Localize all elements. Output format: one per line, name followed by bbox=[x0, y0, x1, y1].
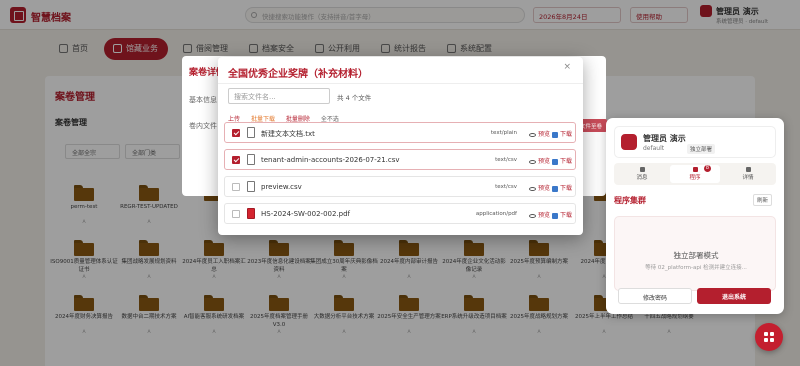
file-search-input[interactable]: 搜索文件名... bbox=[228, 88, 330, 104]
download-button[interactable]: 下载 bbox=[551, 129, 572, 138]
deploy-mode-status: 等待 02_platform-api 检测并建立连接... bbox=[645, 265, 747, 271]
file-mime-type: text/csv bbox=[495, 184, 517, 190]
grid-icon bbox=[692, 167, 698, 172]
download-icon bbox=[551, 131, 558, 138]
basic-info-label: 基本信息 bbox=[189, 96, 217, 104]
tab-label: 消息 bbox=[636, 175, 648, 181]
download-button[interactable]: 下载 bbox=[551, 210, 572, 219]
close-icon[interactable]: × bbox=[563, 62, 571, 72]
download-button[interactable]: 下载 bbox=[551, 156, 572, 165]
tab-badge: 8 bbox=[704, 165, 711, 172]
preview-button[interactable]: 预览 bbox=[528, 129, 550, 138]
grid-dot bbox=[764, 338, 768, 342]
download-icon bbox=[551, 212, 558, 219]
download-label: 下载 bbox=[559, 185, 572, 192]
file-name: tenant-admin-accounts-2026-07-21.csv bbox=[261, 156, 400, 164]
grid-dot bbox=[770, 332, 774, 336]
file-checkbox[interactable] bbox=[232, 156, 240, 164]
refresh-button[interactable]: 刷新 bbox=[753, 194, 773, 206]
preview-button[interactable]: 预览 bbox=[528, 183, 550, 192]
divider bbox=[218, 83, 583, 84]
file-row[interactable]: HS-2024-SW-002-002.pdf application/pdf 预览 下… bbox=[224, 203, 576, 224]
preview-button[interactable]: 预览 bbox=[528, 210, 550, 219]
preview-button[interactable]: 预览 bbox=[528, 156, 550, 165]
file-list-modal: 全国优秀企业奖牌（补充材料） × 搜索文件名... 共 4 个文件 上传 批量下… bbox=[218, 57, 583, 235]
eye-icon bbox=[528, 213, 536, 218]
file-name: HS-2024-SW-002-002.pdf bbox=[261, 210, 351, 218]
file-icon bbox=[247, 127, 255, 138]
preview-label: 预览 bbox=[537, 158, 550, 165]
file-row[interactable]: 新建文本文档.txt text/plain 预览 下载 bbox=[224, 122, 576, 143]
deploy-mode-title: 独立部署模式 bbox=[673, 251, 719, 260]
download-label: 下载 bbox=[559, 158, 572, 165]
user-panel: 管理员 演示 default 独立部署 消息 程序 8 详情 程序集群 刷新 独立… bbox=[606, 118, 784, 314]
info-icon bbox=[745, 167, 751, 172]
file-checkbox[interactable] bbox=[232, 129, 240, 137]
panel-tabs: 消息 程序 8 详情 bbox=[614, 163, 776, 185]
file-name: preview.csv bbox=[261, 183, 302, 191]
file-mime-type: text/plain bbox=[490, 130, 517, 136]
user-card: 管理员 演示 default 独立部署 bbox=[614, 126, 776, 158]
bell-icon bbox=[639, 167, 645, 172]
panel-user-name: 管理员 演示 bbox=[643, 134, 686, 143]
tab-programs[interactable]: 程序 8 bbox=[670, 165, 720, 183]
download-button[interactable]: 下载 bbox=[551, 183, 572, 192]
eye-icon bbox=[528, 159, 536, 164]
file-icon bbox=[247, 154, 255, 165]
download-icon bbox=[551, 185, 558, 192]
inner-files-label: 卷内文件 bbox=[189, 122, 217, 130]
eye-icon bbox=[528, 132, 536, 137]
grid-dot bbox=[764, 332, 768, 336]
change-password-button[interactable]: 修改密码 bbox=[618, 288, 692, 304]
deploy-badge: 独立部署 bbox=[687, 144, 716, 154]
eye-icon bbox=[528, 186, 536, 191]
file-checkbox[interactable] bbox=[232, 183, 240, 191]
preview-label: 预览 bbox=[537, 185, 550, 192]
file-row[interactable]: tenant-admin-accounts-2026-07-21.csv text… bbox=[224, 149, 576, 170]
file-row[interactable]: preview.csv text/csv 预览 下载 bbox=[224, 176, 576, 197]
grid-dot bbox=[770, 338, 774, 342]
file-icon bbox=[247, 208, 255, 219]
download-label: 下载 bbox=[559, 131, 572, 138]
file-icon bbox=[247, 181, 255, 192]
tab-details[interactable]: 详情 bbox=[723, 165, 773, 183]
tab-messages[interactable]: 消息 bbox=[617, 165, 667, 183]
download-icon bbox=[551, 158, 558, 165]
modal-title: 全国优秀企业奖牌（补充材料） bbox=[228, 69, 368, 80]
logout-button[interactable]: 退出系统 bbox=[697, 288, 771, 304]
preview-label: 预览 bbox=[537, 212, 550, 219]
file-mime-type: text/csv bbox=[495, 157, 517, 163]
file-count: 共 4 个文件 bbox=[337, 94, 372, 102]
tab-label: 程序 bbox=[689, 175, 701, 181]
deploy-mode-box: 独立部署模式 等待 02_platform-api 检测并建立连接... bbox=[614, 216, 776, 291]
download-label: 下载 bbox=[559, 212, 572, 219]
file-search-placeholder: 搜索文件名... bbox=[234, 93, 276, 101]
cluster-title: 程序集群 bbox=[614, 196, 646, 205]
tab-label: 详情 bbox=[742, 175, 754, 181]
file-mime-type: application/pdf bbox=[475, 211, 517, 217]
preview-label: 预览 bbox=[537, 131, 550, 138]
file-checkbox[interactable] bbox=[232, 210, 240, 218]
panel-user-sub: default bbox=[643, 145, 665, 152]
file-name: 新建文本文档.txt bbox=[261, 130, 315, 138]
app-grid-button[interactable] bbox=[755, 323, 783, 351]
user-icon bbox=[621, 134, 637, 150]
